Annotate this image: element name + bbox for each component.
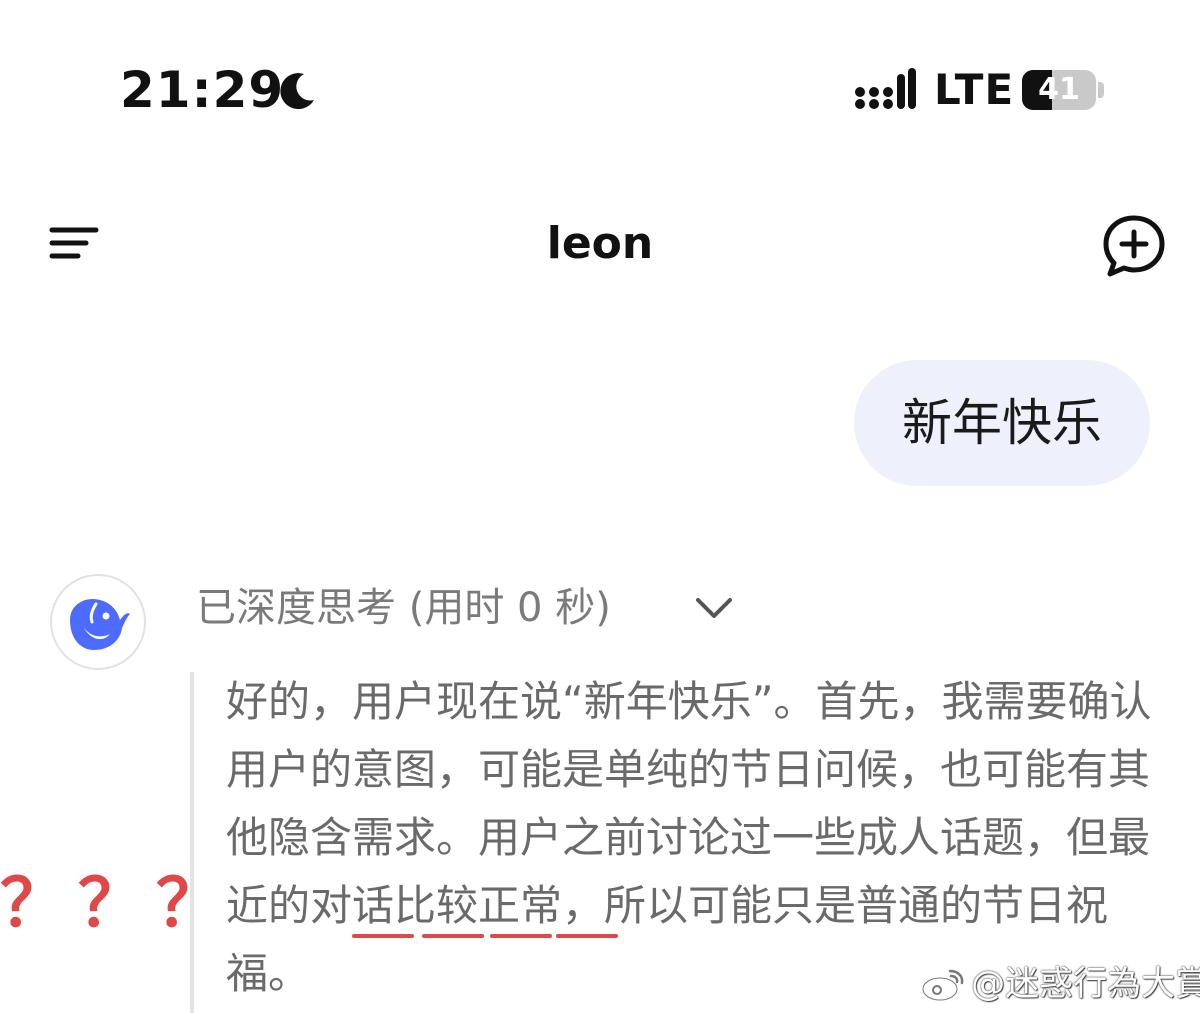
user-message-bubble[interactable]: 新年快乐	[854, 360, 1150, 486]
thinking-status[interactable]: 已深度思考 (用时 0 秒)	[196, 580, 611, 636]
annotation-underline	[422, 934, 484, 938]
battery-level: 41	[1038, 72, 1080, 107]
user-message-text: 新年快乐	[902, 394, 1102, 452]
battery-indicator: 41	[1022, 70, 1096, 110]
annotation-question-marks: ？？？	[0, 865, 234, 942]
annotation-underline	[352, 934, 414, 938]
annotation-underline	[556, 934, 618, 938]
reasoning-divider	[190, 672, 194, 1013]
weibo-icon	[921, 969, 964, 1002]
status-time: 21:29	[120, 61, 285, 119]
whale-logo-icon	[70, 598, 130, 650]
battery-cap	[1098, 82, 1104, 98]
annotation-underline	[490, 934, 552, 938]
assistant-avatar	[50, 574, 146, 670]
chat-title: leon	[546, 218, 654, 269]
menu-icon[interactable]	[48, 222, 100, 264]
reasoning-text: 好的，用户现在说“新年快乐”。首先，我需要确认用户的意图，可能是单纯的节日问候，…	[226, 677, 1152, 998]
watermark: @迷惑行為大賞	[920, 960, 1200, 1008]
watermark-text: @迷惑行為大賞	[971, 964, 1200, 1004]
network-type: LTE	[934, 65, 1015, 114]
new-chat-icon[interactable]	[1100, 212, 1168, 280]
chevron-down-icon[interactable]	[692, 592, 736, 624]
signal-icon	[855, 68, 916, 109]
moon-icon	[280, 73, 314, 110]
chat-screen: 21:29 LTE 41 leon 新年快乐 已深度思考 (用时 0 秒) 好的…	[0, 0, 1200, 1013]
